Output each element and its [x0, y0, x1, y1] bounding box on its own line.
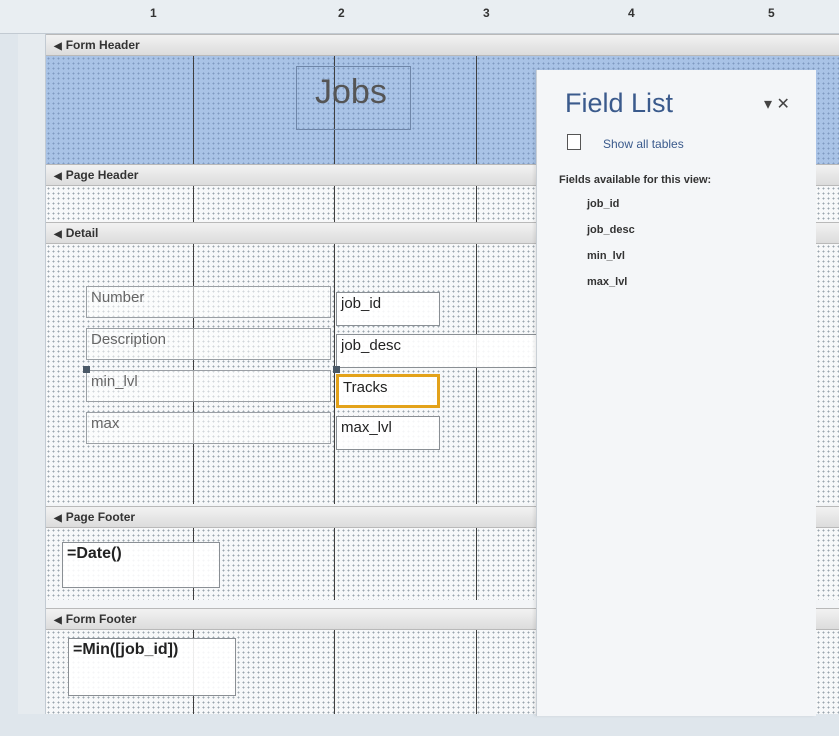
textbox-min-job-id[interactable]: =Min([job_id]) — [68, 638, 236, 696]
label-number[interactable]: Number — [86, 286, 331, 318]
horizontal-ruler: 1 2 3 4 5 — [0, 0, 839, 34]
textbox-job-id[interactable]: job_id — [336, 292, 440, 326]
section-expand-icon: ◀ — [54, 615, 62, 626]
field-item-min-lvl[interactable]: min_lvl — [587, 250, 625, 262]
textbox-date[interactable]: =Date() — [62, 542, 220, 588]
table-icon — [567, 134, 581, 150]
section-label: Page Header — [65, 168, 139, 182]
move-handle-textbox[interactable] — [333, 366, 340, 373]
form-title-label[interactable]: Jobs — [296, 66, 411, 130]
section-expand-icon: ◀ — [54, 41, 62, 52]
textbox-job-desc[interactable]: job_desc — [336, 334, 556, 368]
section-expand-icon: ◀ — [54, 513, 62, 524]
label-max[interactable]: max — [86, 412, 331, 444]
ruler-mark-5: 5 — [768, 6, 775, 20]
field-item-job-id[interactable]: job_id — [587, 198, 619, 210]
ruler-mark-2: 2 — [338, 6, 345, 20]
field-list-pane[interactable]: Field List ▾ ✕ Show all tables Fields av… — [536, 70, 816, 716]
field-item-job-desc[interactable]: job_desc — [587, 224, 635, 236]
section-label: Form Footer — [65, 612, 137, 626]
field-list-title: Field List — [565, 88, 674, 118]
field-item-max-lvl[interactable]: max_lvl — [587, 276, 627, 288]
vertical-ruler — [18, 34, 46, 714]
textbox-max-lvl[interactable]: max_lvl — [336, 416, 440, 450]
label-description[interactable]: Description — [86, 328, 331, 360]
show-all-tables-link[interactable]: Show all tables — [603, 137, 684, 151]
section-label: Detail — [65, 226, 99, 240]
move-handle-label[interactable] — [83, 366, 90, 373]
ruler-mark-4: 4 — [628, 6, 635, 20]
pane-controls-icon[interactable]: ▾ ✕ — [764, 94, 790, 114]
section-bar-form-header[interactable]: ◀ Form Header — [46, 34, 839, 56]
ruler-mark-3: 3 — [483, 6, 490, 20]
section-expand-icon: ◀ — [54, 229, 62, 240]
fields-available-heading: Fields available for this view: — [559, 174, 712, 186]
textbox-tracks-selected[interactable]: Tracks — [336, 374, 440, 408]
ruler-mark-1: 1 — [150, 6, 157, 20]
section-label: Page Footer — [65, 510, 136, 524]
section-expand-icon: ◀ — [54, 171, 62, 182]
section-label: Form Header — [65, 38, 140, 52]
label-min-lvl[interactable]: min_lvl — [86, 370, 331, 402]
